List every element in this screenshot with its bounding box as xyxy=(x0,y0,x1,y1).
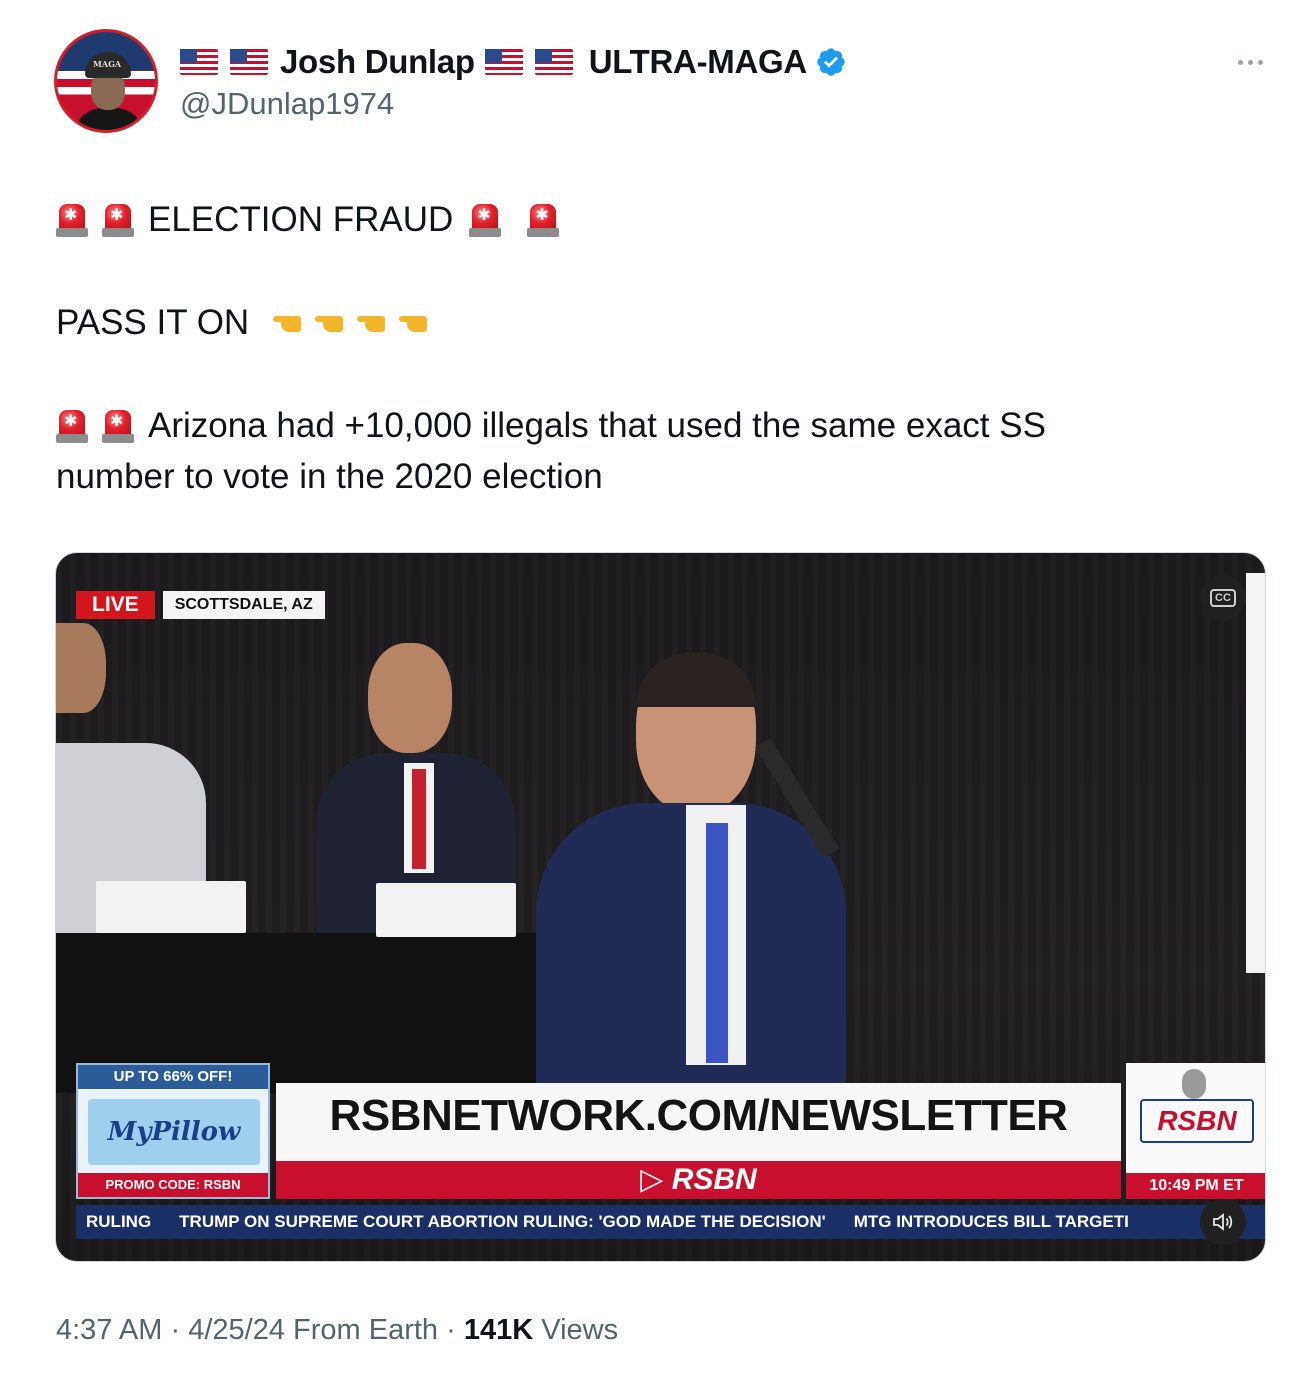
tweet-date[interactable]: 4/25/24 xyxy=(188,1314,285,1346)
pointing-left-icon xyxy=(273,312,309,334)
lower-third-headline: RSBNETWORK.COM/NEWSLETTER xyxy=(329,1091,1068,1140)
lower-third: RSBNETWORK.COM/NEWSLETTER ▷ RSBN xyxy=(276,1083,1121,1199)
tweet-time[interactable]: 4:37 AM xyxy=(56,1314,162,1346)
pointing-left-icon xyxy=(315,312,351,334)
tweet-text-arizona: Arizona had +10,000 illegals that used t… xyxy=(148,406,1046,445)
author-name-suffix[interactable]: ULTRA-MAGA xyxy=(589,43,807,81)
speaker-icon xyxy=(1213,1213,1233,1231)
tweet-text-election-fraud: ELECTION FRAUD xyxy=(148,200,454,239)
police-siren-icon: ✱ xyxy=(56,202,88,238)
avatar-cap-text: MAGA xyxy=(93,59,122,69)
tweet-line-4: number to vote in the 2020 election xyxy=(56,451,603,503)
video-side-screen xyxy=(1246,573,1265,973)
news-ticker: RULING TRUMP ON SUPREME COURT ABORTION R… xyxy=(76,1205,1265,1239)
police-siren-icon: ✱ xyxy=(102,408,134,444)
video-player[interactable]: LIVE SCOTTSDALE, AZ CC UP TO 66% OFF! My… xyxy=(55,552,1266,1262)
pointing-left-icon xyxy=(357,312,393,334)
us-flag-icon xyxy=(180,49,218,75)
promo-box: UP TO 66% OFF! MyPillow PROMO CODE: RSBN xyxy=(76,1063,270,1199)
avatar-shirt xyxy=(73,108,145,130)
us-flag-icon xyxy=(230,49,268,75)
tweet-text-arizona-cont: number to vote in the 2020 election xyxy=(56,457,603,496)
tweet-line-3: ✱ ✱ Arizona had +10,000 illegals that us… xyxy=(56,400,1046,452)
broadcast-time: 10:49 PM ET xyxy=(1126,1173,1265,1199)
video-speaker xyxy=(526,653,856,1103)
us-flag-icon xyxy=(534,49,573,75)
views-count[interactable]: 141K xyxy=(464,1314,533,1346)
author-handle[interactable]: @JDunlap1974 xyxy=(180,86,394,122)
verified-badge-icon xyxy=(817,48,845,76)
video-nameplate-1 xyxy=(96,881,246,933)
volume-icon[interactable] xyxy=(1200,1199,1246,1245)
pointing-left-icon xyxy=(399,312,435,334)
network-bar: ▷ RSBN xyxy=(276,1161,1121,1199)
video-nameplate-2 xyxy=(376,883,516,937)
author-display-name[interactable]: Josh Dunlap xyxy=(280,43,475,81)
police-siren-icon: ✱ xyxy=(527,202,560,238)
closed-captions-icon[interactable]: CC xyxy=(1200,575,1246,621)
ticker-item: RULING xyxy=(86,1212,152,1231)
tweet-meta: 4:37 AM · 4/25/24 From Earth · 141K View… xyxy=(56,1314,619,1346)
police-siren-icon: ✱ xyxy=(56,408,88,444)
mypillow-logo: MyPillow xyxy=(88,1099,260,1165)
microphone-icon xyxy=(1182,1069,1206,1099)
location-label: SCOTTSDALE, AZ xyxy=(162,591,325,619)
promo-code-text: PROMO CODE: RSBN xyxy=(78,1173,268,1197)
tweet-line-2: PASS IT ON xyxy=(56,297,441,349)
tweet-line-1: ✱ ✱ ELECTION FRAUD ✱ ✱ xyxy=(56,194,573,246)
police-siren-icon: ✱ xyxy=(469,202,502,238)
live-label: LIVE xyxy=(76,591,155,619)
tweet-text-pass-it-on: PASS IT ON xyxy=(56,303,250,342)
tweet-source: From Earth xyxy=(293,1314,439,1346)
us-flag-icon xyxy=(484,49,523,75)
ticker-item: MTG INTRODUCES BILL TARGETI xyxy=(853,1212,1129,1231)
rsbn-logo: RSBN xyxy=(1140,1099,1254,1143)
more-options-icon[interactable] xyxy=(1230,50,1270,74)
views-label: Views xyxy=(541,1314,619,1346)
live-badge: LIVE SCOTTSDALE, AZ xyxy=(76,591,325,619)
police-siren-icon: ✱ xyxy=(102,202,134,238)
ticker-item: TRUMP ON SUPREME COURT ABORTION RULING: … xyxy=(179,1212,826,1231)
avatar[interactable]: MAGA xyxy=(54,29,158,133)
author-name-row[interactable]: Josh Dunlap ULTRA-MAGA xyxy=(180,40,847,84)
promo-top-text: UP TO 66% OFF! xyxy=(78,1065,268,1089)
rsbn-box: RSBN 10:49 PM ET xyxy=(1126,1063,1265,1199)
